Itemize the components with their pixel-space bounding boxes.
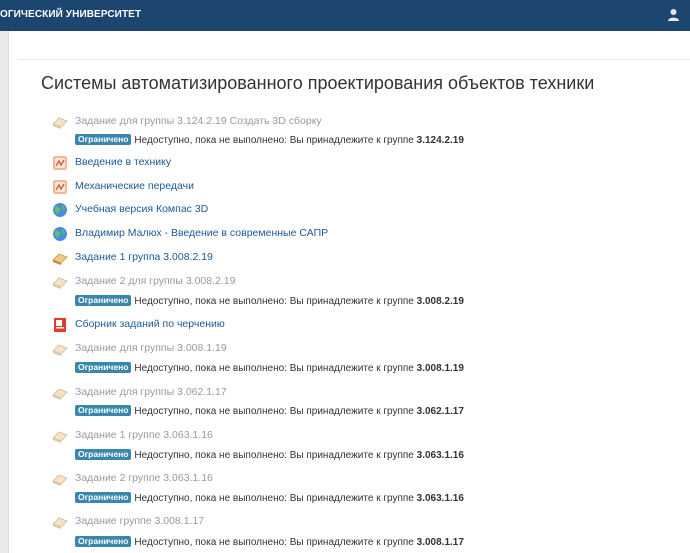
restricted-badge: Ограничено (75, 362, 132, 373)
activity-link[interactable]: Сборник заданий по черчению (75, 318, 225, 331)
restricted-badge: Ограничено (75, 536, 132, 547)
pdf-file-icon (53, 180, 67, 194)
restriction-info: Ограничено Недоступно, пока не выполнено:… (75, 536, 464, 550)
activity-link[interactable]: Задание 1 группа 3.008.2.19 (75, 251, 213, 264)
restricted-badge: Ограничено (75, 449, 132, 460)
activity-link[interactable]: Задание для группы 3.062.1.17 (75, 386, 227, 399)
restriction-text: Недоступно, пока не выполнено: Вы принад… (134, 135, 414, 146)
activity-link[interactable]: Задание для группы 3.008.1.19 (75, 342, 227, 355)
restriction-info: Ограничено Недоступно, пока не выполнено:… (75, 405, 464, 419)
restriction-text: Недоступно, пока не выполнено: Вы принад… (134, 296, 414, 307)
assignment-icon (52, 388, 68, 400)
assignment-icon (52, 344, 68, 356)
restriction-info: Ограничено Недоступно, пока не выполнено:… (75, 295, 464, 309)
pdf-file-icon (53, 156, 67, 170)
activity-list: Задание для группы 3.124.2.19 Создать 3D… (0, 0, 690, 553)
assignment-icon (52, 277, 68, 289)
restriction-info: Ограничено Недоступно, пока не выполнено:… (75, 134, 464, 148)
assignment-icon (52, 474, 68, 486)
url-globe-icon (53, 227, 67, 241)
restriction-group: 3.063.1.16 (416, 493, 464, 504)
activity-link[interactable]: Задание 2 для группы 3.008.2.19 (75, 275, 235, 288)
restriction-text: Недоступно, пока не выполнено: Вы принад… (134, 450, 414, 461)
restricted-badge: Ограничено (75, 295, 132, 306)
activity-link[interactable]: Владимир Малюх - Введение в современные … (75, 227, 328, 240)
activity-link[interactable]: Задание 1 группе 3.063.1.16 (75, 429, 213, 442)
assignment-icon (52, 431, 68, 443)
activity-link[interactable]: Задание 2 группе 3.063.1.16 (75, 472, 213, 485)
pdf-document-icon (54, 318, 66, 332)
assignment-icon (52, 253, 68, 265)
restriction-text: Недоступно, пока не выполнено: Вы принад… (134, 363, 414, 374)
restriction-group: 3.124.2.19 (416, 135, 464, 146)
activity-link[interactable]: Введение в технику (75, 156, 171, 169)
restriction-text: Недоступно, пока не выполнено: Вы принад… (134, 537, 414, 548)
restricted-badge: Ограничено (75, 134, 132, 145)
restricted-badge: Ограничено (75, 405, 132, 416)
restriction-group: 3.008.1.19 (416, 363, 464, 374)
restriction-group: 3.008.2.19 (416, 296, 464, 307)
restriction-group: 3.062.1.17 (416, 406, 464, 417)
restriction-info: Ограничено Недоступно, пока не выполнено:… (75, 492, 464, 506)
activity-link[interactable]: Задание для группы 3.124.2.19 Создать 3D… (75, 115, 322, 128)
restriction-text: Недоступно, пока не выполнено: Вы принад… (134, 406, 414, 417)
restriction-group: 3.063.1.16 (416, 450, 464, 461)
assignment-icon (52, 517, 68, 529)
restriction-info: Ограничено Недоступно, пока не выполнено:… (75, 449, 464, 463)
activity-link[interactable]: Задание группе 3.008.1.17 (75, 515, 204, 528)
activity-link[interactable]: Механические передачи (75, 180, 194, 193)
restriction-group: 3.008.1.17 (416, 537, 464, 548)
restricted-badge: Ограничено (75, 492, 132, 503)
restriction-info: Ограничено Недоступно, пока не выполнено:… (75, 362, 464, 376)
url-globe-icon (53, 203, 67, 217)
restriction-text: Недоступно, пока не выполнено: Вы принад… (134, 493, 414, 504)
activity-link[interactable]: Учебная версия Компас 3D (75, 203, 208, 216)
assignment-icon (52, 117, 68, 129)
